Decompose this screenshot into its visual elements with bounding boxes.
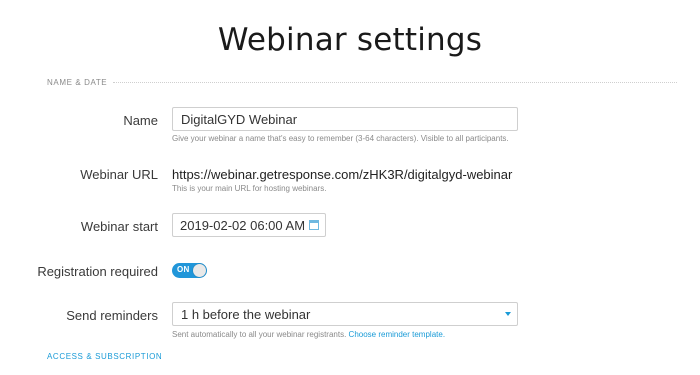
webinar-start-label: Webinar start bbox=[80, 219, 158, 234]
toggle-knob bbox=[193, 264, 206, 277]
send-reminders-label: Send reminders bbox=[66, 308, 158, 323]
send-reminders-hint: Sent automatically to all your webinar r… bbox=[172, 330, 445, 339]
registration-required-toggle[interactable]: ON bbox=[172, 263, 207, 278]
name-hint: Give your webinar a name that's easy to … bbox=[172, 134, 509, 143]
access-subscription-section-link[interactable]: ACCESS & SUBSCRIPTION bbox=[47, 352, 162, 361]
section-label: NAME & DATE bbox=[47, 77, 108, 87]
send-reminders-selected: 1 h before the webinar bbox=[181, 306, 311, 322]
send-reminders-hint-text: Sent automatically to all your webinar r… bbox=[172, 330, 347, 339]
name-label: Name bbox=[123, 113, 158, 128]
webinar-url-value: https://webinar.getresponse.com/zHK3R/di… bbox=[172, 167, 513, 182]
section-divider bbox=[113, 81, 677, 83]
calendar-icon[interactable] bbox=[309, 220, 319, 230]
toggle-state-text: ON bbox=[177, 265, 190, 274]
choose-reminder-template-link[interactable]: Choose reminder template. bbox=[349, 330, 446, 339]
registration-required-label: Registration required bbox=[37, 264, 158, 279]
section-header-name-date: NAME & DATE bbox=[47, 75, 677, 89]
webinar-name-input[interactable] bbox=[172, 107, 518, 131]
page-title: Webinar settings bbox=[217, 22, 483, 58]
chevron-down-icon bbox=[505, 312, 511, 316]
webinar-start-datepicker[interactable]: 2019-02-02 06:00 AM bbox=[172, 213, 326, 237]
webinar-url-label: Webinar URL bbox=[80, 167, 158, 182]
webinar-start-value: 2019-02-02 06:00 AM bbox=[180, 217, 306, 233]
webinar-url-hint: This is your main URL for hosting webina… bbox=[172, 184, 327, 193]
send-reminders-select[interactable]: 1 h before the webinar bbox=[172, 302, 518, 326]
